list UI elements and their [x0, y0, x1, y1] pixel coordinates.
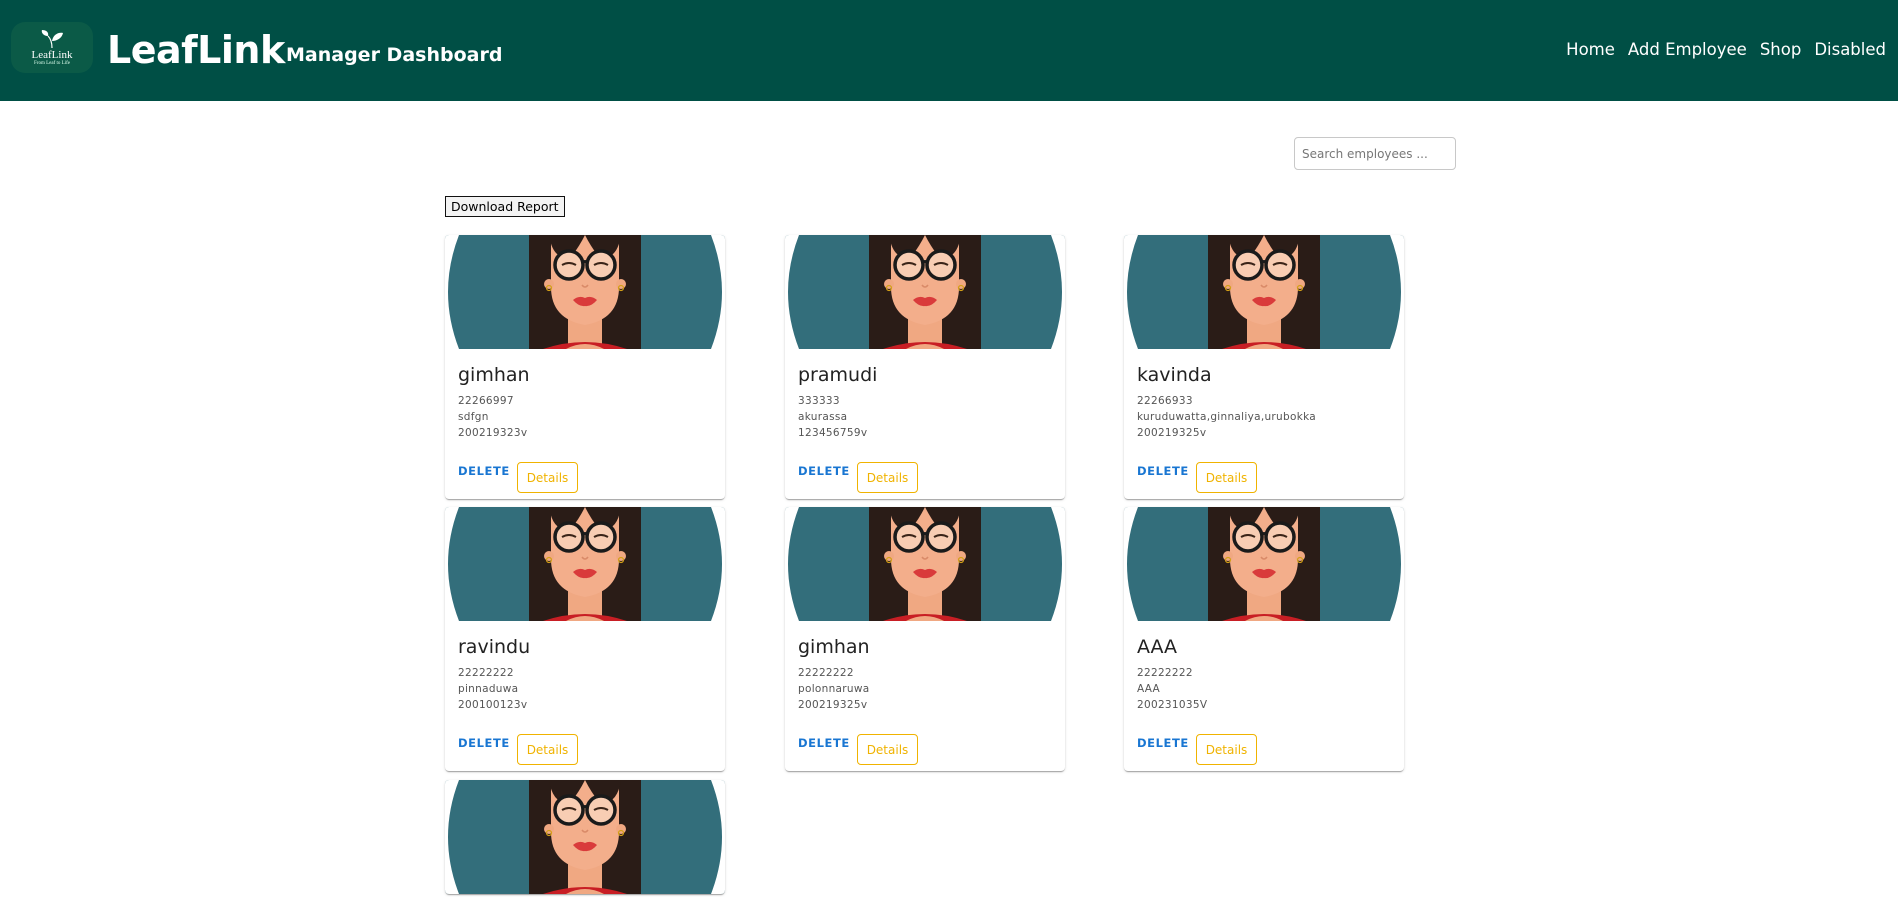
woman-with-glasses-avatar	[445, 235, 725, 349]
employee-phone: 22266997	[458, 395, 514, 407]
search-input[interactable]	[1294, 137, 1456, 170]
woman-with-glasses-avatar	[785, 507, 1065, 621]
details-button[interactable]: Details	[1196, 462, 1257, 493]
woman-with-glasses-avatar	[785, 235, 1065, 349]
employee-address: polonnaruwa	[798, 683, 870, 695]
employee-address: akurassa	[798, 411, 848, 423]
employee-card: gimhan 22222222 polonnaruwa 200219325v D…	[785, 507, 1065, 771]
employee-address: AAA	[1137, 683, 1161, 695]
employee-card: pramudi 333333 akurassa 123456759v DELET…	[785, 235, 1065, 499]
employee-card: gimhan 22266997 sdfgn 200219323v DELETE …	[445, 235, 725, 499]
details-button[interactable]: Details	[517, 734, 578, 765]
download-report-button[interactable]: Download Report	[445, 196, 565, 217]
employee-name: kavinda	[1137, 364, 1212, 386]
leaf-icon	[41, 29, 63, 48]
details-button[interactable]: Details	[857, 462, 918, 493]
nav-menu: Home Add Employee Shop Disabled	[1566, 39, 1886, 61]
employee-nic: 123456759v	[798, 427, 868, 439]
delete-button[interactable]: DELETE	[1137, 736, 1189, 750]
employee-nic: 200219325v	[1137, 427, 1207, 439]
employee-nic: 200219325v	[798, 699, 868, 711]
nav-link-disabled[interactable]: Disabled	[1814, 39, 1886, 61]
employee-card: AAA 22222222 AAA 200231035V DELETE Detai…	[1124, 507, 1404, 771]
employee-card: ravindu 22222222 pinnaduwa 200100123v DE…	[445, 507, 725, 771]
nav-link-add-employee[interactable]: Add Employee	[1628, 39, 1747, 61]
employee-nic: 200231035V	[1137, 699, 1208, 711]
logo-tagline: From Leaf to Life	[34, 60, 70, 66]
woman-with-glasses-avatar	[1124, 507, 1404, 621]
employee-address: sdfgn	[458, 411, 489, 423]
logo[interactable]: LeafLink From Leaf to Life	[11, 22, 93, 73]
employee-phone: 22266933	[1137, 395, 1193, 407]
employee-phone: 22222222	[1137, 667, 1193, 679]
employee-nic: 200219323v	[458, 427, 528, 439]
employee-name: pramudi	[798, 364, 878, 386]
employee-address: pinnaduwa	[458, 683, 519, 695]
woman-with-glasses-avatar	[445, 780, 725, 894]
employee-phone: 22222222	[458, 667, 514, 679]
employee-phone: 22222222	[798, 667, 854, 679]
delete-button[interactable]: DELETE	[458, 736, 510, 750]
employee-name: gimhan	[458, 364, 530, 386]
delete-button[interactable]: DELETE	[458, 464, 510, 478]
woman-with-glasses-avatar	[1124, 235, 1404, 349]
employee-nic: 200100123v	[458, 699, 528, 711]
woman-with-glasses-avatar	[445, 507, 725, 621]
employee-card: kavinda 22266933 kuruduwatta,ginnaliya,u…	[1124, 235, 1404, 499]
employee-name: gimhan	[798, 636, 870, 658]
page-subtitle: Manager Dashboard	[286, 44, 503, 66]
employee-card	[445, 780, 725, 894]
employee-name: AAA	[1137, 636, 1178, 658]
nav-link-shop[interactable]: Shop	[1760, 39, 1802, 61]
details-button[interactable]: Details	[1196, 734, 1257, 765]
details-button[interactable]: Details	[517, 462, 578, 493]
nav-link-home[interactable]: Home	[1566, 39, 1615, 61]
logo-text: LeafLink	[31, 48, 73, 61]
delete-button[interactable]: DELETE	[798, 736, 850, 750]
employee-name: ravindu	[458, 636, 531, 658]
delete-button[interactable]: DELETE	[798, 464, 850, 478]
top-navbar: LeafLink From Leaf to Life LeafLink Mana…	[0, 0, 1898, 101]
employee-phone: 333333	[798, 395, 840, 407]
details-button[interactable]: Details	[857, 734, 918, 765]
delete-button[interactable]: DELETE	[1137, 464, 1189, 478]
brand-title[interactable]: LeafLink	[107, 27, 285, 73]
employee-address: kuruduwatta,ginnaliya,urubokka	[1137, 411, 1317, 423]
